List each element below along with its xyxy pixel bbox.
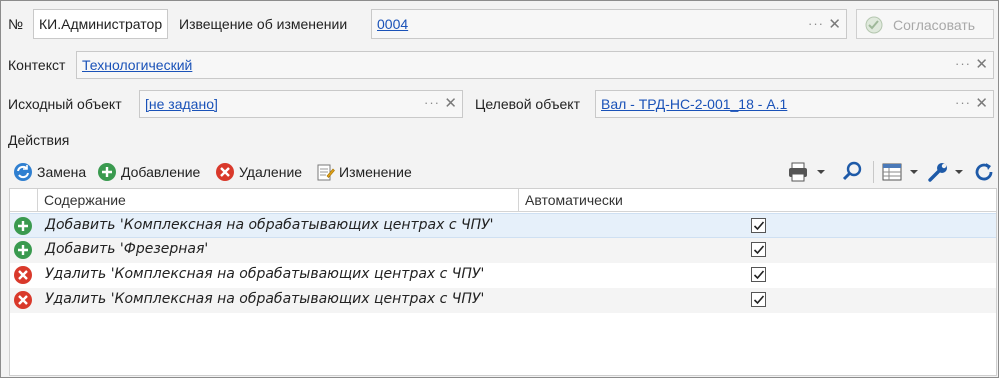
- ellipsis-icon[interactable]: ···: [955, 95, 971, 110]
- context-link[interactable]: Технологический: [82, 57, 192, 73]
- search-button[interactable]: [841, 160, 867, 184]
- add-action-icon: [13, 216, 33, 239]
- source-object-field[interactable]: [не задано] ··· ✕: [139, 90, 463, 118]
- toolbar-divider: [873, 161, 874, 183]
- add-button[interactable]: Добавление: [97, 161, 200, 183]
- context-label: Контекст: [8, 57, 66, 73]
- auto-checkbox[interactable]: [751, 242, 766, 257]
- ellipsis-icon[interactable]: ···: [955, 56, 971, 71]
- actions-section-label: Действия: [8, 132, 70, 148]
- window-frame: № КИ.Администратор Извещение об изменени…: [0, 0, 999, 378]
- auto-checkbox[interactable]: [751, 267, 766, 282]
- checkmark-icon: [753, 221, 765, 231]
- checkmark-icon: [753, 245, 765, 255]
- edit-document-icon: [317, 164, 335, 181]
- target-object-field[interactable]: Вал - ТРД-НС-2-001_18 - А.1 ··· ✕: [595, 90, 994, 118]
- search-icon: [842, 161, 862, 181]
- close-icon[interactable]: ✕: [975, 94, 988, 112]
- close-icon[interactable]: ✕: [828, 15, 841, 33]
- column-header-auto[interactable]: Автоматически: [519, 189, 996, 211]
- column-header-auto-label: Автоматически: [525, 192, 623, 208]
- row-content: Добавить 'Комплексная на обрабатывающих …: [45, 217, 494, 233]
- close-icon[interactable]: ✕: [444, 94, 457, 112]
- delete-label: Удаление: [239, 164, 303, 180]
- table-row[interactable]: Удалить 'Комплексная на обрабатывающих ц…: [10, 263, 996, 288]
- delete-icon: [216, 163, 234, 181]
- source-object-link[interactable]: [не задано]: [145, 96, 218, 112]
- refresh-icon: [14, 163, 32, 181]
- table-row[interactable]: Удалить 'Комплексная на обрабатывающих ц…: [10, 288, 996, 313]
- target-object-label: Целевой объект: [475, 96, 580, 112]
- notice-link[interactable]: 0004: [377, 16, 408, 32]
- context-field[interactable]: Технологический ··· ✕: [76, 51, 994, 79]
- close-icon[interactable]: ✕: [975, 55, 988, 73]
- auto-checkbox[interactable]: [751, 292, 766, 307]
- approve-label: Согласовать: [893, 17, 976, 33]
- row-content: Удалить 'Комплексная на обрабатывающих ц…: [45, 266, 485, 282]
- checkmark-icon: [753, 295, 765, 305]
- approve-icon: [863, 15, 885, 38]
- number-value: КИ.Администратор: [39, 16, 163, 32]
- notice-label: Извещение об изменении: [179, 16, 348, 32]
- plus-icon: [98, 163, 116, 181]
- view-settings-button[interactable]: [881, 161, 923, 183]
- delete-action-icon: [13, 265, 33, 288]
- number-label: №: [8, 16, 24, 32]
- number-input[interactable]: КИ.Администратор: [33, 9, 168, 39]
- delete-action-icon: [13, 290, 33, 313]
- grid-header: Содержание Автоматически: [10, 189, 996, 212]
- table-row[interactable]: Добавить 'Фрезерная': [10, 238, 996, 263]
- refresh-icon: [975, 163, 993, 181]
- table-row[interactable]: Добавить 'Комплексная на обрабатывающих …: [10, 213, 996, 238]
- refresh-button[interactable]: [972, 160, 996, 184]
- approve-button[interactable]: Согласовать: [856, 9, 994, 39]
- ellipsis-icon[interactable]: ···: [808, 16, 824, 31]
- wrench-icon: [928, 163, 963, 182]
- actions-grid[interactable]: Содержание Автоматически Добавить 'Компл…: [9, 188, 997, 376]
- checkmark-icon: [753, 270, 765, 280]
- source-object-label: Исходный объект: [8, 96, 122, 112]
- grid-header-icon-column: [10, 189, 38, 211]
- row-content: Удалить 'Комплексная на обрабатывающих ц…: [45, 291, 485, 307]
- column-header-content[interactable]: Содержание: [38, 189, 519, 211]
- notice-field[interactable]: 0004 ··· ✕: [371, 9, 847, 39]
- tools-button[interactable]: [927, 160, 967, 184]
- auto-checkbox[interactable]: [751, 218, 766, 233]
- row-content: Добавить 'Фрезерная': [45, 241, 209, 257]
- add-action-icon: [13, 240, 33, 263]
- modify-label: Изменение: [339, 164, 412, 180]
- print-button[interactable]: [787, 161, 829, 183]
- delete-button[interactable]: Удаление: [215, 161, 302, 183]
- target-object-link[interactable]: Вал - ТРД-НС-2-001_18 - А.1: [601, 96, 787, 112]
- modify-button[interactable]: Изменение: [315, 161, 412, 183]
- column-header-content-label: Содержание: [44, 192, 126, 208]
- printer-icon: [789, 162, 825, 182]
- replace-label: Замена: [37, 164, 87, 180]
- ellipsis-icon[interactable]: ···: [424, 95, 440, 110]
- table-view-icon: [882, 163, 918, 181]
- add-label: Добавление: [121, 164, 201, 180]
- replace-button[interactable]: Замена: [13, 161, 86, 183]
